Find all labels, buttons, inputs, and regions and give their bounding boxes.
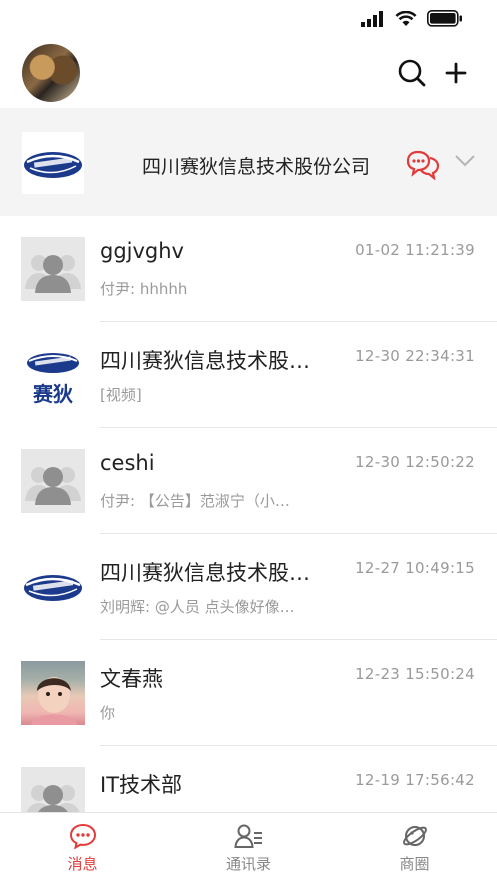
conversation-row[interactable]: ceshi 12-30 12:50:22 付尹: 【公告】范淑宁（小… [0,428,497,534]
conversation-preview: [视频] [100,386,142,404]
conversation-time: 01-02 11:21:39 [355,241,475,259]
conversation-list: ggjvghv 01-02 11:21:39 付尹: hhhhh 赛狄 四川赛狄… [0,216,497,852]
logo-text: 赛狄 [33,382,73,406]
conversation-time: 12-27 10:49:15 [355,559,475,577]
default-person-avatar [21,237,85,301]
conversation-preview: 付尹: hhhhh [100,280,188,298]
company-logo-with-text: 赛狄 [21,343,85,407]
conversation-row[interactable]: 赛狄 四川赛狄信息技术股… 12-30 22:34:31 [视频] [0,322,497,428]
status-bar [0,0,497,38]
tab-label: 消息 [67,855,98,873]
conversation-time: 12-30 22:34:31 [355,347,475,365]
tab-messages[interactable]: 消息 [0,813,165,884]
user-avatar[interactable] [22,44,80,102]
header [0,38,497,108]
company-logo [22,132,84,194]
conversation-time: 12-23 15:50:24 [355,665,475,683]
tab-contacts[interactable]: 通讯录 [166,813,331,884]
status-icons [361,10,463,27]
conversation-preview: 你 [100,704,116,722]
tab-label: 通讯录 [225,855,271,873]
conversation-preview: 付尹: 【公告】范淑宁（小… [100,492,290,510]
cellular-signal-icon [361,10,383,27]
tab-bar: 消息 通讯录 商圈 [0,812,497,884]
conversation-title: ggjvghv [100,239,184,263]
conversation-title: 四川赛狄信息技术股… [100,349,310,373]
org-name: 四川赛狄信息技术股份公司 [142,156,371,178]
conversation-row[interactable]: 四川赛狄信息技术股… 12-27 10:49:15 刘明辉: @人员 点头像好像… [0,534,497,640]
conversation-title: 文春燕 [100,667,163,691]
conversation-title: ceshi [100,451,155,475]
conversation-time: 12-30 12:50:22 [355,453,475,471]
conversation-preview: 刘明辉: @人员 点头像好像… [100,598,295,616]
message-icon [69,823,96,849]
company-logo [21,555,85,619]
contacts-icon [233,824,262,848]
search-icon[interactable] [397,58,427,88]
wifi-icon [395,10,417,26]
tab-business-circle[interactable]: 商圈 [332,813,497,884]
chat-bubbles-icon[interactable] [406,148,440,180]
planet-icon [402,826,427,846]
conversation-title: 四川赛狄信息技术股… [100,561,310,585]
default-person-avatar [21,449,85,513]
plus-icon[interactable] [445,62,467,84]
battery-icon [427,10,462,27]
conversation-title: IT技术部 [100,773,183,797]
conversation-row[interactable]: 文春燕 12-23 15:50:24 你 [0,640,497,746]
chevron-down-icon[interactable] [454,154,476,168]
org-banner[interactable]: 四川赛狄信息技术股份公司 [0,108,497,216]
conversation-row[interactable]: ggjvghv 01-02 11:21:39 付尹: hhhhh [0,216,497,322]
tab-label: 商圈 [399,855,430,873]
child-photo-avatar [21,661,85,725]
conversation-time: 12-19 17:56:42 [355,771,475,789]
header-actions [397,58,467,88]
